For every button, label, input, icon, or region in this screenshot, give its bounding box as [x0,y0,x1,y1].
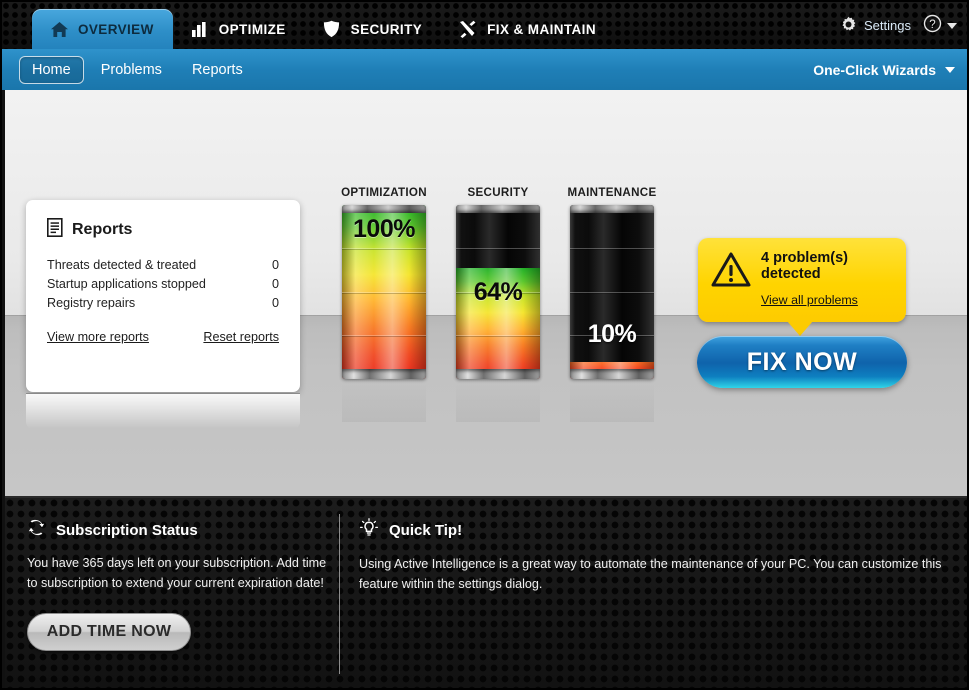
subscription-status-section: Subscription Status You have 365 days le… [27,518,327,593]
subscription-status-title: Subscription Status [56,522,198,539]
add-time-now-button[interactable]: ADD TIME NOW [27,613,191,651]
top-navigation-bar: OVERVIEW OPTIMIZE SECURITY [2,2,969,49]
report-row-label: Threats detected & treated [47,257,196,274]
tab-optimize-label: OPTIMIZE [219,22,286,37]
alert-bubble-tail [787,321,813,336]
top-bar-actions: Settings ? [840,2,957,49]
gauge-cap-bottom [456,369,540,379]
gauge-cap-top [570,205,654,213]
home-icon [49,19,69,39]
gauge-cap-bottom [570,369,654,379]
main-tabs: OVERVIEW OPTIMIZE SECURITY [2,2,615,49]
chevron-down-icon [945,67,955,73]
subscription-status-body: You have 365 days left on your subscript… [27,553,327,593]
gauge-optimization-value: 100% [342,215,426,244]
gauge-cap-bottom [342,369,426,379]
tab-security[interactable]: SECURITY [305,9,441,49]
gauge-cap-top [456,205,540,213]
question-circle-icon: ? [923,14,942,38]
tab-optimize[interactable]: OPTIMIZE [173,9,305,49]
reports-card-header: Reports [47,218,279,242]
subnav-item-problems[interactable]: Problems [88,56,175,84]
tab-overview[interactable]: OVERVIEW [32,9,173,49]
gauge-reflection [570,380,654,422]
panel-divider [339,514,340,674]
gear-icon [840,16,857,36]
gauge-cap-top [342,205,426,213]
bottom-panel: Subscription Status You have 365 days le… [5,496,968,689]
shield-icon [322,19,342,39]
tab-overview-label: OVERVIEW [78,22,154,37]
subnav-item-reports[interactable]: Reports [179,56,256,84]
settings-label: Settings [864,18,911,33]
reports-card: Reports Threats detected & treated 0 Sta… [26,200,300,392]
problems-alert-message: 4 problem(s) detected [761,250,892,282]
report-row-value: 0 [272,257,279,274]
tab-fix-and-maintain-label: FIX & MAINTAIN [487,22,596,37]
chevron-down-icon [947,23,957,29]
one-click-wizards-label: One-Click Wizards [813,62,936,78]
gauge-reflection [456,380,540,422]
settings-button[interactable]: Settings [840,16,911,36]
report-row-value: 0 [272,295,279,312]
view-all-problems-link[interactable]: View all problems [761,293,892,307]
gauge-maintenance-value: 10% [570,320,654,349]
one-click-wizards-menu[interactable]: One-Click Wizards [813,49,955,90]
report-row-label: Startup applications stopped [47,276,206,293]
quick-tip-title: Quick Tip! [389,522,462,539]
gauge-maintenance-tube [570,205,654,379]
fix-now-button[interactable]: FIX NOW [697,336,907,388]
report-row-startup: Startup applications stopped 0 [47,275,279,294]
problems-alert-bubble: 4 problem(s) detected View all problems [698,238,906,322]
tab-fix-and-maintain[interactable]: FIX & MAINTAIN [441,9,615,49]
subscription-status-header: Subscription Status [27,518,327,542]
report-row-value: 0 [272,276,279,293]
reports-card-reflection [26,393,300,429]
report-row-label: Registry repairs [47,295,135,312]
sub-nav-items: Home Problems Reports [2,56,256,84]
report-row-threats: Threats detected & treated 0 [47,256,279,275]
bar-chart-icon [190,19,210,39]
view-more-reports-link[interactable]: View more reports [47,330,149,344]
reset-reports-link[interactable]: Reset reports [203,330,279,344]
reports-card-links: View more reports Reset reports [47,330,279,344]
application-window: OVERVIEW OPTIMIZE SECURITY [0,0,969,690]
sub-navigation-bar: Home Problems Reports One-Click Wizards [2,49,969,90]
tools-icon [458,19,478,39]
quick-tip-header: Quick Tip! [359,518,949,543]
gauge-reflection [342,380,426,422]
quick-tip-section: Quick Tip! Using Active Intelligence is … [359,518,949,594]
warning-triangle-icon [711,252,751,322]
subnav-item-home[interactable]: Home [19,56,84,84]
help-menu-button[interactable]: ? [923,14,957,38]
gauge-security-value: 64% [456,278,540,307]
svg-text:?: ? [929,19,935,31]
quick-tip-body: Using Active Intelligence is a great way… [359,554,949,594]
reports-card-title: Reports [72,221,132,239]
gauge-security-label: SECURITY [467,186,528,199]
gauge-optimization-label: OPTIMIZATION [341,186,427,199]
document-icon [47,218,63,242]
refresh-icon [27,518,46,542]
lightbulb-icon [359,518,379,543]
gauge-maintenance-label: MAINTENANCE [568,186,657,199]
report-row-registry: Registry repairs 0 [47,294,279,313]
tab-security-label: SECURITY [351,22,422,37]
